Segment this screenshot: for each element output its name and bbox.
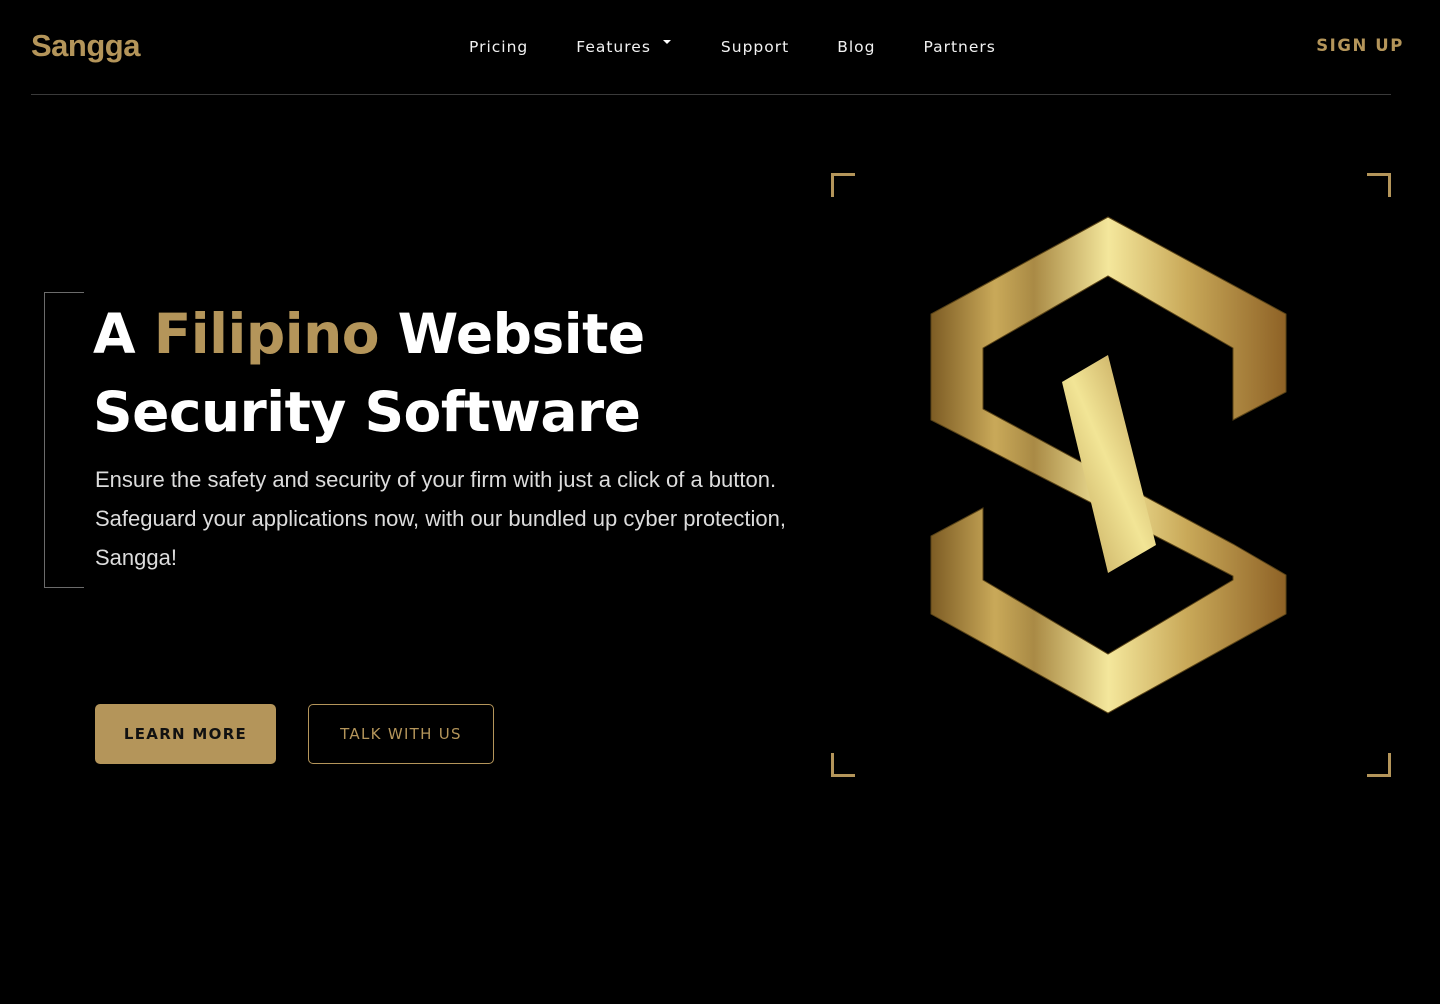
hero-title: A Filipino Website Security Software (93, 295, 813, 451)
frame-corner-bottom-right (1367, 753, 1391, 777)
hero-title-accent: Filipino (153, 302, 380, 366)
main-nav: Pricing Features Support Blog Partners (469, 36, 996, 58)
chevron-down-icon (662, 40, 671, 44)
nav-item-pricing[interactable]: Pricing (469, 36, 528, 58)
frame-corner-top-right (1367, 173, 1391, 197)
nav-item-label: Features (576, 38, 651, 56)
header-divider (31, 94, 1391, 95)
frame-corner-bottom-left (831, 753, 855, 777)
nav-item-support[interactable]: Support (721, 36, 789, 58)
site-header: Sangga Pricing Features Support Blog Par… (0, 0, 1440, 94)
frame-corner-top-left (831, 173, 855, 197)
hero-title-line2: Security Software (93, 380, 641, 444)
hero-description: Ensure the safety and security of your f… (95, 467, 786, 570)
nav-item-features[interactable]: Features (576, 36, 671, 58)
nav-item-label: Partners (923, 38, 996, 56)
talk-with-us-button[interactable]: TALK WITH US (308, 704, 494, 764)
signup-link[interactable]: SIGN UP (1316, 35, 1404, 57)
nav-item-label: Blog (837, 38, 876, 56)
hero-title-line1-suffix: Website (379, 302, 646, 366)
nav-item-label: Pricing (469, 38, 529, 56)
sangga-s-logo (930, 216, 1287, 714)
hero-title-prefix: A (93, 302, 154, 366)
nav-item-label: Support (720, 38, 790, 56)
brand-logo[interactable]: Sangga (31, 27, 140, 65)
learn-more-button[interactable]: LEARN MORE (95, 704, 276, 764)
hero-bracket-decoration (44, 292, 84, 588)
nav-item-partners[interactable]: Partners (923, 36, 995, 58)
nav-item-blog[interactable]: Blog (837, 36, 875, 58)
